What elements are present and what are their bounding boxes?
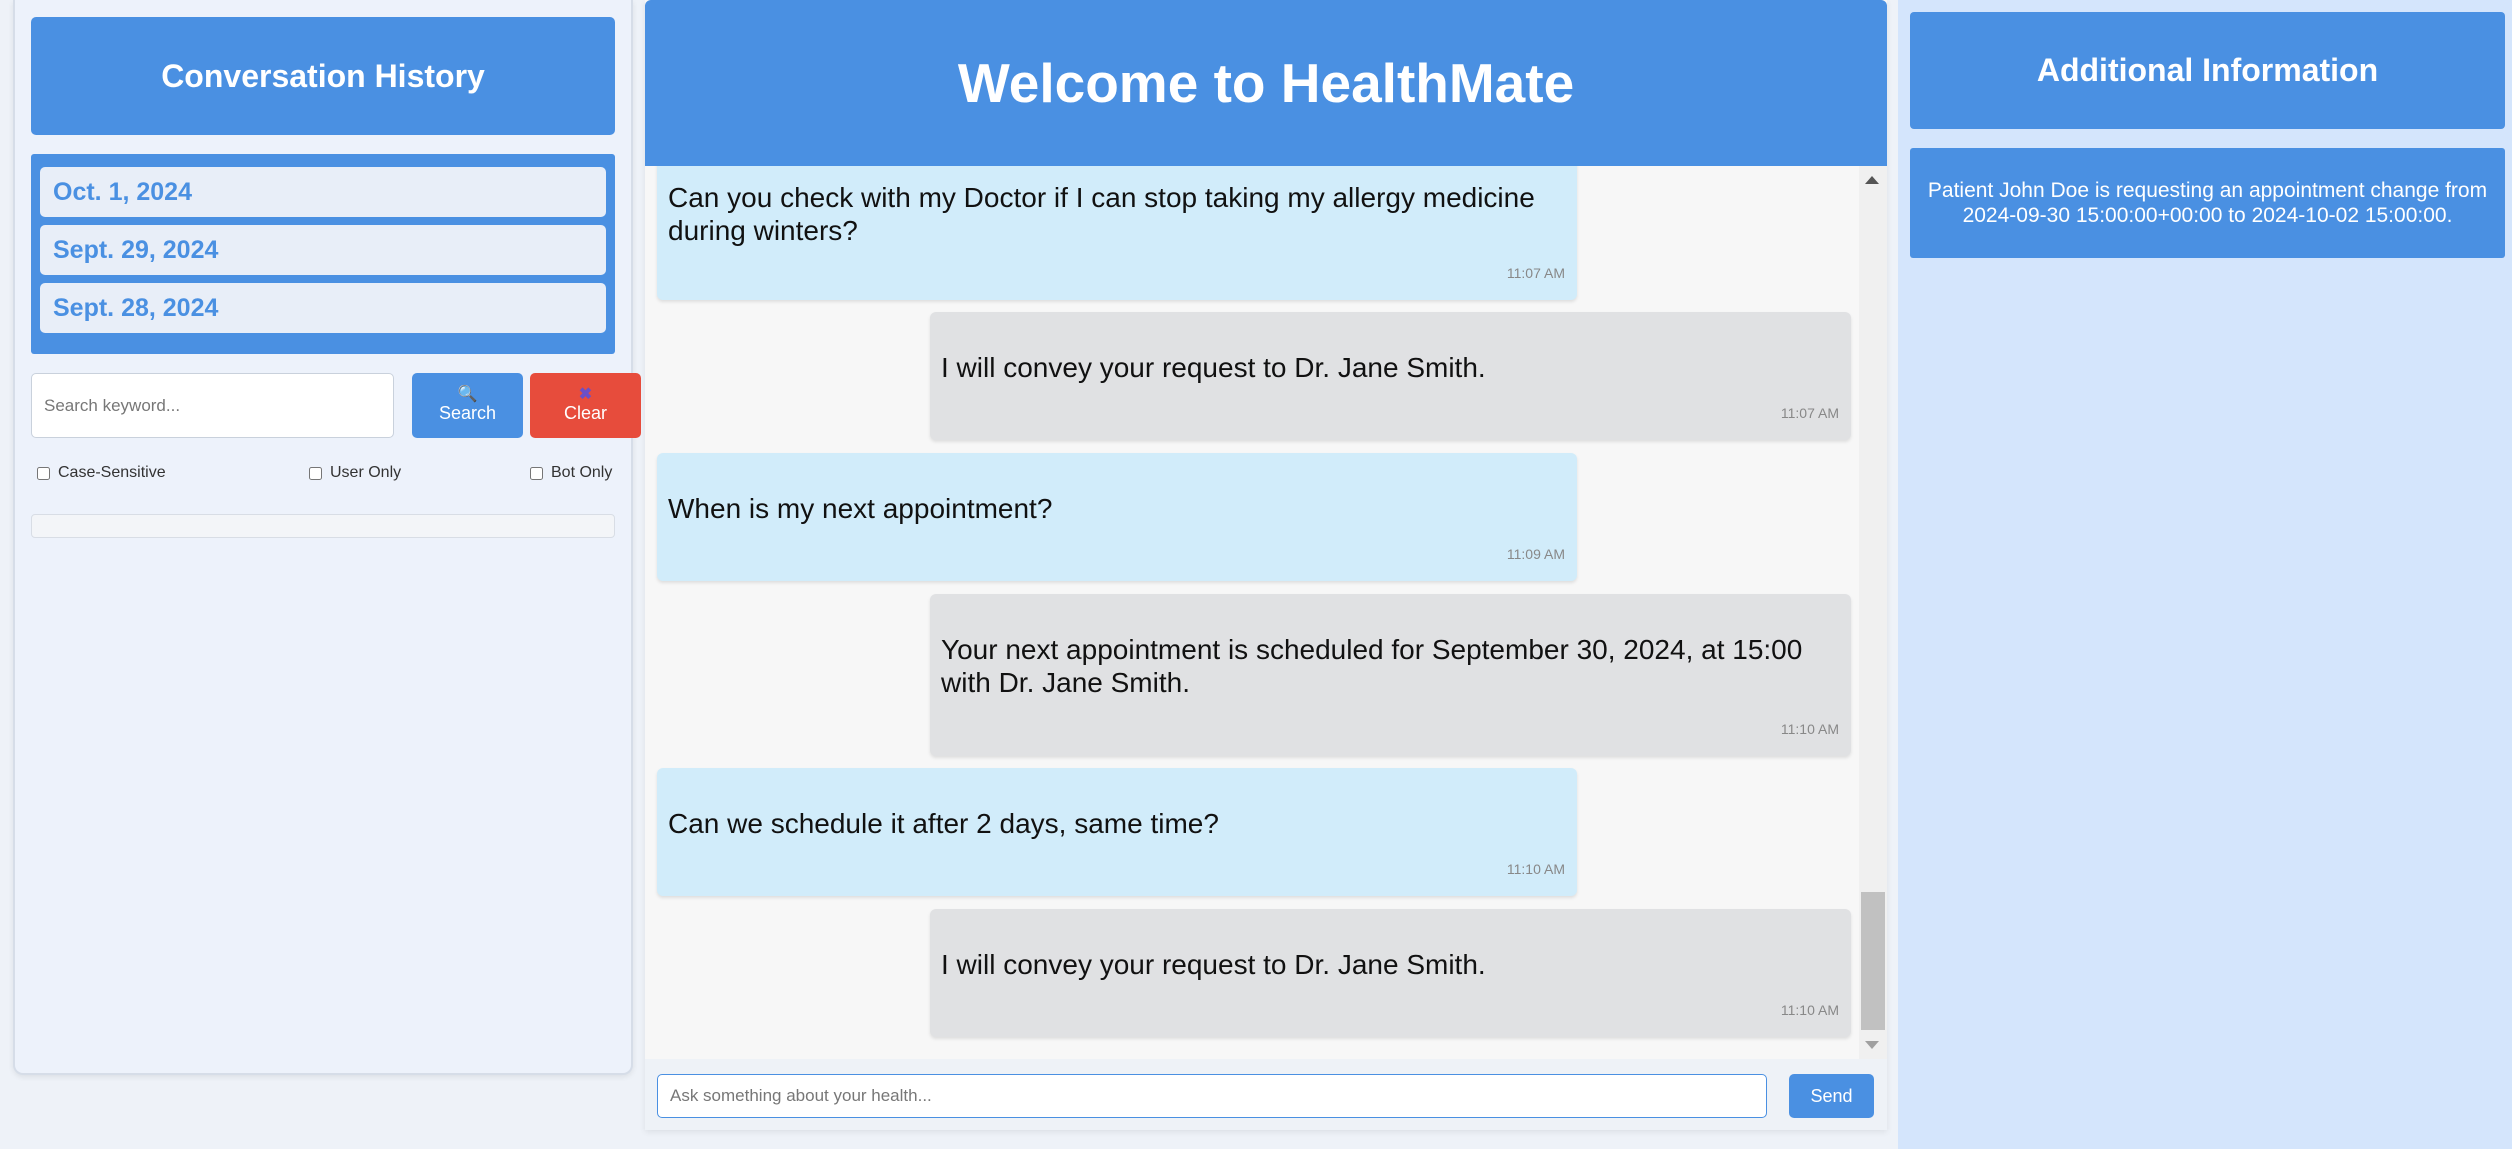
search-results-box (31, 514, 615, 538)
message-timestamp: 11:10 AM (1780, 1002, 1839, 1018)
info-title: Additional Information (1910, 12, 2505, 129)
search-icon: 🔍 (457, 386, 478, 403)
message-text: Can you check with my Doctor if I can st… (668, 182, 1535, 246)
search-button-label: Search (438, 403, 497, 423)
user-message: Can you check with my Doctor if I can st… (657, 166, 1577, 300)
search-input[interactable] (31, 373, 394, 438)
chat-panel: Welcome to HealthMate Can you check with… (645, 0, 1887, 1130)
search-row: 🔍 Search ✖ Clear (31, 373, 641, 438)
search-filters: Case-Sensitive User Only Bot Only (31, 460, 615, 488)
chat-input[interactable] (657, 1074, 1767, 1118)
bot-message: I will convey your request to Dr. Jane S… (930, 909, 1851, 1037)
close-icon: ✖ (578, 386, 593, 403)
bot-only-label: Bot Only (551, 464, 613, 481)
clear-button[interactable]: ✖ Clear (530, 373, 641, 438)
message-timestamp: 11:10 AM (1506, 861, 1565, 877)
message-text: Can we schedule it after 2 days, same ti… (668, 808, 1219, 839)
history-item[interactable]: Sept. 28, 2024 (40, 283, 606, 333)
bot-only-checkbox[interactable] (530, 466, 543, 480)
bot-only-filter[interactable]: Bot Only (530, 464, 612, 482)
send-button[interactable]: Send (1789, 1074, 1874, 1118)
info-text: Patient John Doe is requesting an appoin… (1910, 148, 2505, 258)
message-text: Your next appointment is scheduled for S… (941, 634, 1803, 698)
chat-messages[interactable]: Can you check with my Doctor if I can st… (645, 166, 1887, 1059)
conversation-history-panel: Conversation History Oct. 1, 2024 Sept. … (13, 0, 641, 1075)
user-only-label: User Only (330, 464, 402, 481)
chat-input-row: Send (645, 1059, 1887, 1130)
history-item[interactable]: Oct. 1, 2024 (40, 167, 606, 217)
scroll-down-arrow-icon[interactable] (1865, 1041, 1879, 1049)
case-sensitive-filter[interactable]: Case-Sensitive (37, 464, 166, 482)
case-sensitive-checkbox[interactable] (37, 466, 50, 480)
case-sensitive-label: Case-Sensitive (58, 464, 166, 481)
message-text: I will convey your request to Dr. Jane S… (941, 352, 1486, 383)
bot-message: Your next appointment is scheduled for S… (930, 594, 1851, 756)
history-title: Conversation History (31, 17, 615, 135)
bot-message: I will convey your request to Dr. Jane S… (930, 312, 1851, 440)
user-message: When is my next appointment? 11:09 AM (657, 453, 1577, 581)
history-item[interactable]: Sept. 29, 2024 (40, 225, 606, 275)
message-text: When is my next appointment? (668, 493, 1053, 524)
additional-information-panel: Additional Information Patient John Doe … (1898, 0, 2512, 1149)
chat-scrollbar[interactable] (1859, 166, 1887, 1059)
page-title: Welcome to HealthMate (645, 0, 1887, 166)
message-timestamp: 11:10 AM (1780, 721, 1839, 737)
message-timestamp: 11:09 AM (1506, 546, 1565, 562)
history-list: Oct. 1, 2024 Sept. 29, 2024 Sept. 28, 20… (31, 154, 615, 354)
clear-button-label: Clear (563, 403, 607, 423)
scroll-up-arrow-icon[interactable] (1865, 176, 1879, 184)
message-timestamp: 11:07 AM (1780, 405, 1839, 421)
scrollbar-thumb[interactable] (1861, 892, 1885, 1030)
message-text: I will convey your request to Dr. Jane S… (941, 949, 1486, 980)
user-only-checkbox[interactable] (309, 466, 322, 480)
search-button[interactable]: 🔍 Search (412, 373, 523, 438)
user-only-filter[interactable]: User Only (309, 464, 401, 482)
user-message: Can we schedule it after 2 days, same ti… (657, 768, 1577, 896)
message-timestamp: 11:07 AM (1506, 265, 1565, 281)
